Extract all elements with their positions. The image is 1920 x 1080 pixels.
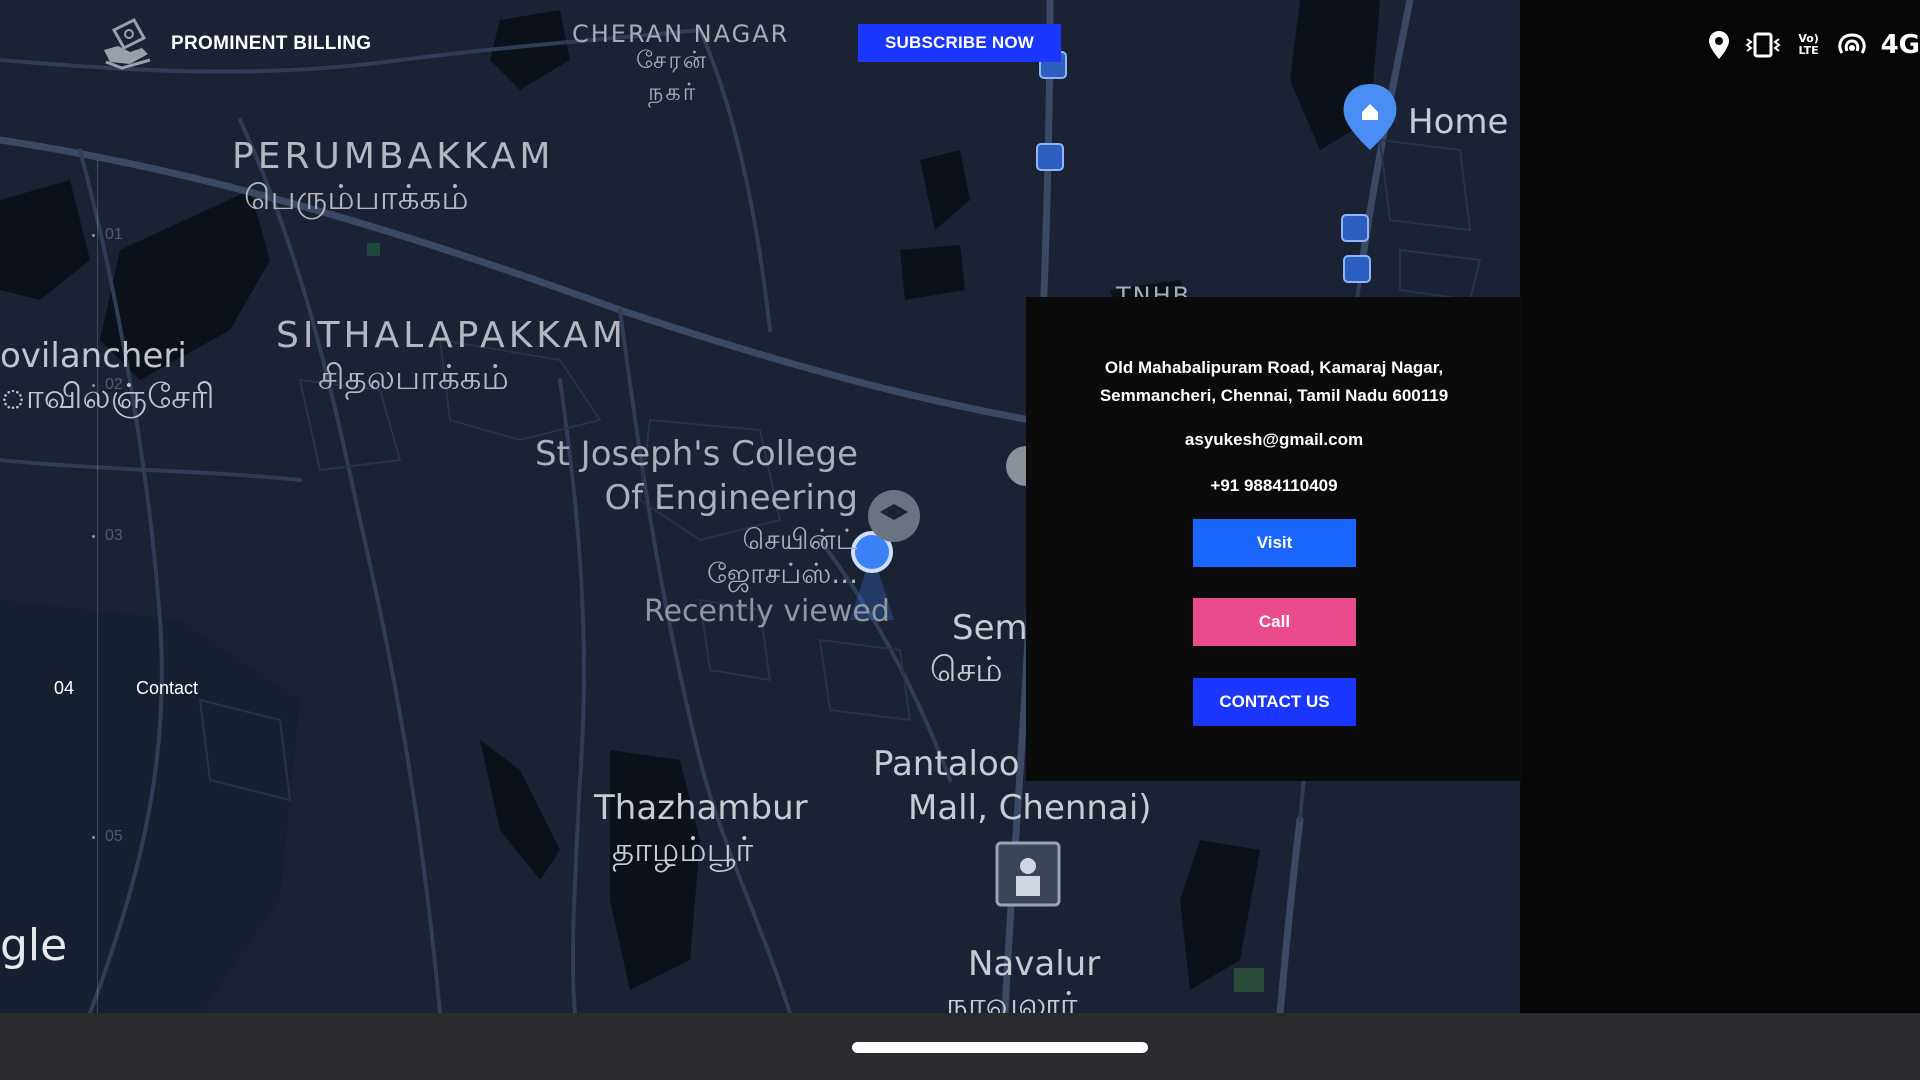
google-logo: gle: [0, 920, 68, 971]
nav-dot: [92, 383, 95, 387]
location-pin-icon: [1707, 30, 1731, 60]
home-indicator[interactable]: [852, 1042, 1148, 1053]
map-label-pantaloons-2[interactable]: Mall, Chennai): [908, 788, 1152, 828]
nav-track-line: [97, 160, 98, 1020]
map-label-sithalapakkam: SITHALAPAKKAM: [276, 315, 627, 356]
section-nav: 01 02 03 04 Contact 05: [0, 160, 300, 1020]
nav-item-03[interactable]: 03: [92, 527, 123, 545]
phone-text[interactable]: +91 9884110409: [1026, 476, 1522, 496]
status-bar: Vo) LTE 4G: [1707, 28, 1920, 62]
address: Old Mahabalipuram Road, Kamaraj Nagar, S…: [1026, 354, 1522, 410]
nav-active-bar: [96, 688, 116, 689]
map-label-home[interactable]: Home: [1408, 102, 1508, 142]
map-label-navalur-tamil: நாவலூர்: [946, 985, 1078, 1013]
system-navigation-bar: [0, 1013, 1920, 1080]
map-label-college-tamil-2: ஜோசப்ஸ்...: [707, 557, 858, 590]
map-label-sem-tamil: செம்: [930, 650, 1003, 690]
map-label-pantaloons-1[interactable]: Pantaloo: [873, 744, 1020, 784]
nav-item-contact[interactable]: 04 Contact: [54, 678, 198, 699]
nav-item-05[interactable]: 05: [92, 828, 123, 846]
contact-us-button[interactable]: CONTACT US: [1193, 678, 1356, 726]
app-screen: CHERAN NAGAR சேரன் நகர் PERUMBAKKAM பெரு…: [0, 0, 1920, 1080]
site-header: PROMINENT BILLING SUBSCRIBE NOW Vo) LTE …: [0, 0, 1920, 90]
right-dark-area: [1520, 0, 1920, 1013]
map-label-college-line2[interactable]: Of Engineering: [604, 476, 858, 520]
brand-name[interactable]: PROMINENT BILLING: [171, 33, 371, 55]
nav-item-number: 03: [105, 527, 123, 544]
nav-item-label: Contact: [136, 678, 199, 698]
nav-item-number: 02: [105, 376, 123, 393]
hand-coin-icon[interactable]: [100, 16, 156, 72]
nav-dot: [92, 534, 95, 538]
contact-card: Old Mahabalipuram Road, Kamaraj Nagar, S…: [1026, 297, 1522, 781]
nav-item-number: 05: [105, 828, 123, 845]
nav-dot: [92, 233, 95, 237]
call-button[interactable]: Call: [1193, 598, 1356, 646]
map-label-sem: Sem: [952, 608, 1028, 648]
address-line-2: Semmancheri, Chennai, Tamil Nadu 600119: [1099, 386, 1449, 405]
map-label-college-line1[interactable]: St Joseph's College: [535, 432, 858, 476]
visit-button[interactable]: Visit: [1193, 519, 1356, 567]
nav-item-01[interactable]: 01: [92, 226, 123, 244]
address-line-1: Old Mahabalipuram Road, Kamaraj Nagar,: [1104, 358, 1444, 377]
map-label-navalur: Navalur: [968, 944, 1101, 984]
hotspot-icon: [1837, 31, 1867, 59]
vibrate-icon: [1744, 31, 1781, 59]
map-label-recently-viewed: Recently viewed: [644, 594, 890, 629]
map-label-sithalapakkam-tamil: சிதலபாக்கம்: [318, 358, 509, 398]
subscribe-now-button[interactable]: SUBSCRIBE NOW: [858, 24, 1061, 62]
volte-icon: Vo) LTE: [1798, 32, 1819, 57]
map-label-thazhambur: Thazhambur: [594, 788, 808, 828]
email-text[interactable]: asyukesh@gmail.com: [1026, 430, 1522, 450]
network-type: 4G: [1880, 30, 1920, 60]
nav-dot: [92, 835, 95, 839]
nav-item-02[interactable]: 02: [92, 376, 123, 394]
nav-item-number: 01: [105, 226, 123, 243]
map-label-thazhambur-tamil: தாழம்பூர்: [612, 830, 754, 870]
nav-item-number: 04: [54, 678, 75, 698]
